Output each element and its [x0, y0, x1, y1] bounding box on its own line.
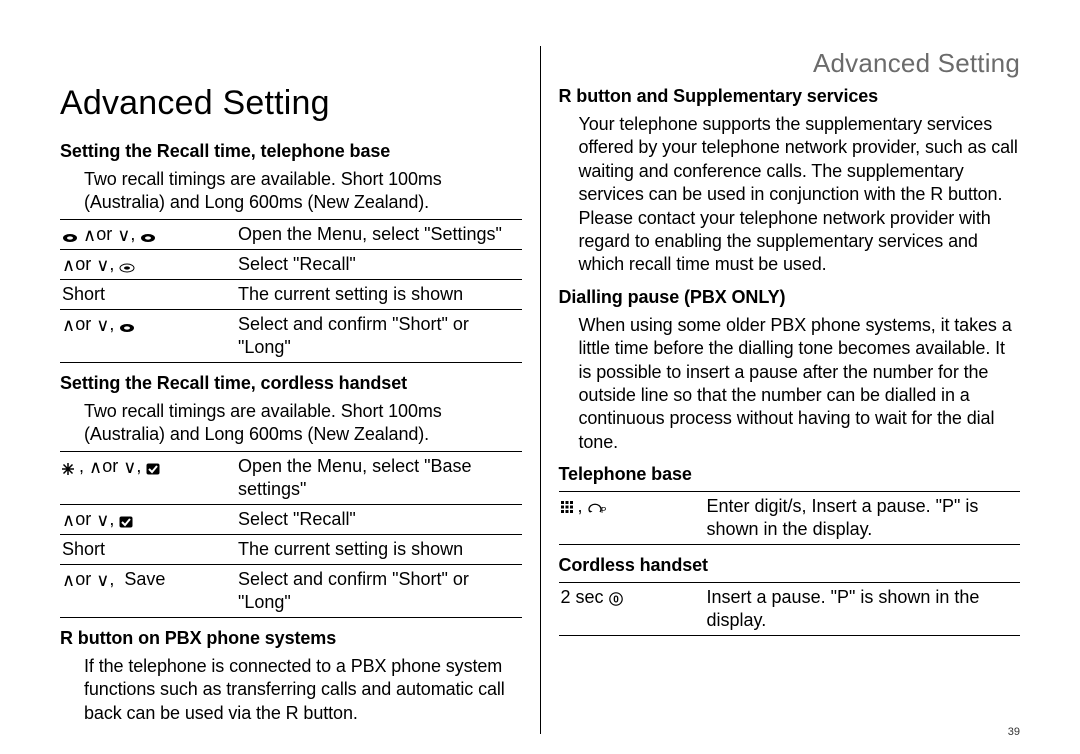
- step-desc: Open the Menu, select "Base settings": [236, 451, 522, 504]
- step-key: Short: [60, 279, 236, 309]
- up-arrow-icon: ∧: [62, 511, 75, 529]
- svg-text:P: P: [601, 506, 606, 515]
- up-arrow-icon: ∧: [62, 316, 75, 334]
- down-arrow-icon: ∨: [96, 256, 109, 274]
- steps-table: 2 sec 0 Insert a pause. "P" is shown in …: [559, 582, 1021, 636]
- zero-key-icon: 0: [609, 589, 623, 607]
- page-title: Advanced Setting: [60, 84, 522, 123]
- step-key: ∧ or ∨, Save: [60, 564, 236, 617]
- section-heading: Dialling pause (PBX ONLY): [559, 287, 1021, 308]
- table-row: ∧ or ∨, Save Select and confirm "Short" …: [60, 564, 522, 617]
- table-row: ∧ or ∨ , Select "Recall": [60, 249, 522, 279]
- step-desc: Enter digit/s, Insert a pause. "P" is sh…: [705, 492, 1021, 545]
- down-arrow-icon: ∨: [96, 511, 109, 529]
- section-heading: R button on PBX phone systems: [60, 628, 522, 649]
- step-desc: Select "Recall": [236, 249, 522, 279]
- star-nav-icon: [62, 458, 74, 476]
- keypad-icon: [561, 498, 573, 516]
- oval-button-icon: [119, 316, 135, 334]
- down-arrow-icon: ∨: [117, 226, 130, 244]
- section-heading: R button and Supplementary services: [559, 86, 1021, 107]
- step-key: ∧ or ∨ ,: [60, 249, 236, 279]
- running-header: Advanced Setting: [813, 48, 1020, 79]
- step-key: , P: [559, 492, 705, 545]
- step-key: ∧ or ∨ ,: [60, 309, 236, 362]
- left-column: Advanced Setting Setting the Recall time…: [60, 46, 541, 734]
- oval-button-icon: [62, 226, 78, 244]
- section-intro: Two recall timings are available. Short …: [84, 168, 522, 215]
- right-column: R button and Supplementary services Your…: [541, 46, 1021, 734]
- step-desc: Select and confirm "Short" or "Long": [236, 564, 522, 617]
- down-arrow-icon: ∨: [96, 316, 109, 334]
- table-row: Short The current setting is shown: [60, 534, 522, 564]
- table-row: Short The current setting is shown: [60, 279, 522, 309]
- step-desc: The current setting is shown: [236, 279, 522, 309]
- steps-table: , ∧ or ∨, Open the Menu, select "Base se…: [60, 451, 522, 618]
- step-desc: Open the Menu, select "Settings": [236, 219, 522, 249]
- down-arrow-icon: ∨: [96, 571, 109, 589]
- table-row: 2 sec 0 Insert a pause. "P" is shown in …: [559, 583, 1021, 636]
- section-heading: Setting the Recall time, cordless handse…: [60, 373, 522, 394]
- table-row: ∧ or ∨, Select "Recall": [60, 504, 522, 534]
- redial-p-icon: P: [588, 498, 608, 516]
- svg-text:0: 0: [613, 595, 619, 606]
- table-row: ∧ or ∨ , Select and confirm "Short" or "…: [60, 309, 522, 362]
- up-arrow-icon: ∧: [62, 256, 75, 274]
- step-key: ∧ or ∨ ,: [60, 219, 236, 249]
- up-arrow-icon: ∧: [83, 226, 96, 244]
- section-intro: When using some older PBX phone systems,…: [579, 314, 1021, 454]
- table-row: , P Enter digit/s, Insert a pause. "P" i…: [559, 492, 1021, 545]
- oval-button-icon: [140, 226, 156, 244]
- two-column-layout: Advanced Setting Setting the Recall time…: [60, 46, 1020, 734]
- checkmark-box-icon: [119, 511, 133, 529]
- step-key: 2 sec 0: [559, 583, 705, 636]
- down-arrow-icon: ∨: [123, 458, 136, 476]
- step-key: ∧ or ∨,: [60, 504, 236, 534]
- step-desc: The current setting is shown: [236, 534, 522, 564]
- checkmark-box-icon: [146, 458, 160, 476]
- up-arrow-icon: ∧: [62, 571, 75, 589]
- section-intro: Two recall timings are available. Short …: [84, 400, 522, 447]
- section-heading: Cordless handset: [559, 555, 1021, 576]
- manual-page: Advanced Setting Advanced Setting Settin…: [0, 0, 1080, 754]
- section-heading: Telephone base: [559, 464, 1021, 485]
- step-desc: Select "Recall": [236, 504, 522, 534]
- oval-button-icon: [119, 256, 135, 274]
- page-number: 39: [1008, 726, 1020, 738]
- section-intro: Your telephone supports the supplementar…: [579, 113, 1021, 277]
- up-arrow-icon: ∧: [89, 458, 102, 476]
- section-intro: If the telephone is connected to a PBX p…: [84, 655, 522, 725]
- step-key: Short: [60, 534, 236, 564]
- steps-table: , P Enter digit/s, Insert a pause. "P" i…: [559, 491, 1021, 545]
- step-desc: Select and confirm "Short" or "Long": [236, 309, 522, 362]
- table-row: , ∧ or ∨, Open the Menu, select "Base se…: [60, 451, 522, 504]
- steps-table: ∧ or ∨ , Open the Menu, select "Settings…: [60, 219, 522, 363]
- step-key: , ∧ or ∨,: [60, 451, 236, 504]
- section-heading: Setting the Recall time, telephone base: [60, 141, 522, 162]
- table-row: ∧ or ∨ , Open the Menu, select "Settings…: [60, 219, 522, 249]
- step-desc: Insert a pause. "P" is shown in the disp…: [705, 583, 1021, 636]
